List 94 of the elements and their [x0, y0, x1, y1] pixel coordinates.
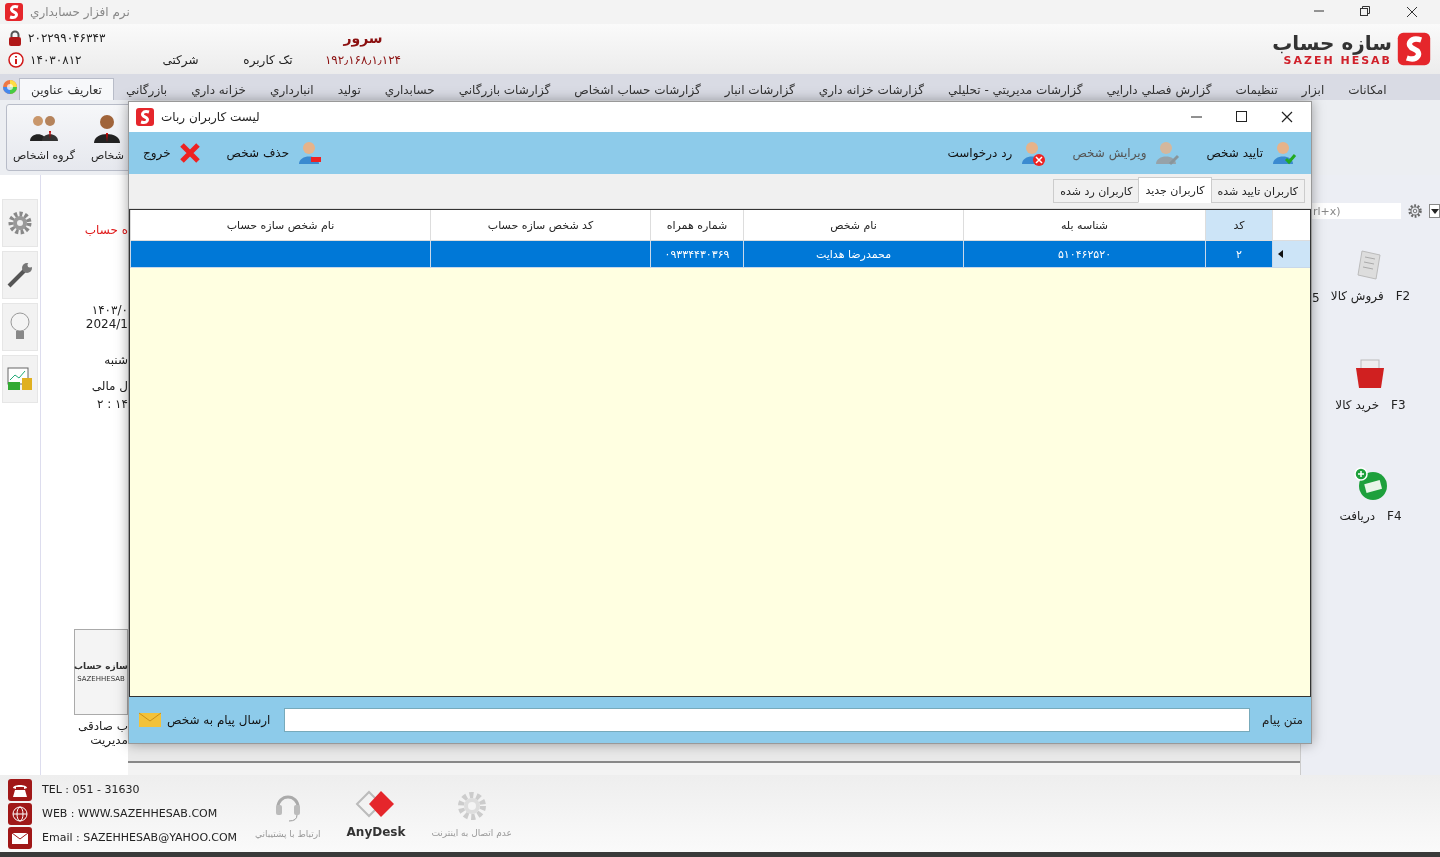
maximize-icon[interactable]	[1236, 111, 1247, 122]
envelope-icon	[139, 712, 161, 728]
phone-icon	[8, 778, 32, 801]
cash-add-icon	[1353, 467, 1388, 501]
license-type: شرکتی	[161, 53, 200, 67]
chart-coins-icon[interactable]	[6, 366, 34, 392]
dialog-title: لیست کاربران ربات	[161, 110, 260, 124]
serial-number: ۲۰۲۲۹۹۰۴۶۳۴۳	[28, 31, 106, 45]
server-label: سرور	[342, 30, 384, 46]
info-icon	[8, 52, 24, 68]
menu-tab[interactable]: گزارش فصلي دارايي	[1094, 78, 1224, 100]
sidebar-button[interactable]	[2, 303, 38, 351]
table-cell: محمدرضا هدایت	[743, 240, 964, 268]
globe-icon	[8, 802, 32, 825]
table-cell: ۰۹۳۳۴۴۳۰۳۶۹	[650, 240, 744, 268]
user-remove-icon	[297, 140, 324, 166]
menu-tab[interactable]: امکانات	[1336, 78, 1399, 100]
tab[interactable]: کاربران رد شده	[1053, 179, 1140, 203]
row-pointer-icon	[1278, 250, 1283, 258]
app-logo-icon	[135, 107, 155, 127]
menu-tab[interactable]: تنظیمات	[1223, 78, 1290, 100]
gregorian-date: 2024/1	[85, 317, 128, 331]
server-address: ۱۹۲٫۱۶۸٫۱٫۱۲۴	[323, 53, 403, 67]
toolbar-button[interactable]: تایید شخص	[1200, 138, 1303, 168]
close-icon[interactable]	[1406, 6, 1418, 18]
column-header[interactable]: کد شخص سازه حساب	[430, 210, 651, 241]
message-field[interactable]	[284, 708, 1250, 732]
menu-tab[interactable]: ابزار	[1289, 78, 1337, 100]
ribbon-button[interactable]: گروه اشخاص	[11, 105, 77, 170]
send-message-button[interactable]: ارسال پیام به شخص	[137, 710, 273, 730]
anydesk-button[interactable]: AnyDesk	[338, 788, 414, 839]
lock-icon	[8, 30, 22, 46]
user-check-icon	[1271, 140, 1297, 166]
menu-tab[interactable]: حسابداري	[372, 78, 447, 100]
user-name: ب صادقی	[77, 719, 128, 733]
color-wheel-icon[interactable]	[2, 79, 18, 95]
menu-tab[interactable]: گزارشات خزانه داري	[806, 78, 936, 100]
restore-icon[interactable]	[1360, 6, 1370, 16]
dropdown-button[interactable]	[1429, 204, 1440, 218]
version-number: ۱۴۰۳۰۸۱۲	[30, 53, 82, 67]
user-role: مدیریت	[90, 733, 128, 747]
menu-tab[interactable]: گزارشات مديريتي - تحليلي	[935, 78, 1095, 100]
close-icon[interactable]	[1281, 111, 1293, 123]
contact-text: WEB : WWW.SAZEHHESAB.COM	[42, 807, 218, 820]
toolbar-button[interactable]: رد درخواست	[941, 138, 1053, 168]
menu-tab[interactable]: توليد	[325, 78, 373, 100]
column-header[interactable]: نام شخص	[743, 210, 964, 241]
table-cell: ۵۱۰۴۶۲۵۲۰	[963, 240, 1206, 268]
envelope-icon	[8, 826, 32, 849]
fiscal-year-text: ل مالی	[91, 379, 128, 393]
message-label: متن پیام	[1261, 713, 1303, 727]
tab[interactable]: کاربران تایید شده	[1210, 179, 1305, 203]
column-header[interactable]: شناسه بله	[963, 210, 1206, 241]
menu-tab[interactable]: گزارشات انبار	[712, 78, 807, 100]
sidebar-button[interactable]	[2, 251, 38, 299]
toolbar-button[interactable]: خروج	[137, 140, 207, 166]
menu-tab[interactable]: گزارشات حساب اشخاص	[562, 78, 713, 100]
sidebar-button[interactable]	[2, 355, 38, 403]
column-header[interactable]: نام شخص سازه حساب	[130, 210, 431, 241]
logo-text: سازه حساب	[1272, 31, 1392, 54]
logo-text: سازه حساب	[74, 661, 128, 671]
ribbon-button[interactable]: شخاص	[88, 105, 126, 170]
menu-tab[interactable]: خزانه داري	[179, 78, 258, 100]
person-icon	[92, 113, 123, 143]
people-icon	[27, 113, 60, 143]
tab[interactable]: کاربران جدید	[1138, 177, 1212, 203]
table-cell: ۲	[1205, 240, 1273, 268]
logo-latin-text: SAZEH HESAB	[1283, 53, 1392, 67]
menu-tab[interactable]: بازرگاني	[113, 78, 180, 100]
window-title: نرم افزار حسابداري	[30, 5, 130, 19]
persian-date: ۱۴۰۳/۰	[91, 303, 128, 317]
column-header[interactable]: کد	[1205, 210, 1273, 241]
brand-logo-icon	[1396, 31, 1432, 67]
company-title: ه حساب	[84, 223, 128, 237]
gear-icon[interactable]	[7, 210, 33, 236]
weekday-text: شنبه	[104, 353, 128, 367]
menu-tab[interactable]: گزارشات بازرگاني	[446, 78, 563, 100]
toolbar-button[interactable]: حذف شخص	[220, 138, 330, 168]
caret-icon	[1430, 208, 1439, 214]
contact-text: Email : SAZEHHESAB@YAHOO.COM	[42, 831, 238, 844]
user-reject-icon	[1020, 140, 1047, 166]
settings-icon[interactable]	[1407, 202, 1424, 220]
wrench-icon[interactable]	[5, 260, 35, 290]
menu-tab[interactable]: انبارداري	[258, 78, 326, 100]
close-icon	[178, 142, 201, 164]
user-edit-icon	[1154, 140, 1181, 166]
time-text: ۲ : ۱۴	[97, 397, 128, 411]
column-header[interactable]: شماره همراه	[650, 210, 744, 241]
sidebar-button[interactable]	[2, 199, 38, 247]
user-mode: تک کاربره	[242, 53, 294, 67]
search-field[interactable]: rl+x)	[1311, 203, 1401, 219]
contact-text: TEL : 051 - 31630	[42, 783, 140, 796]
menu-tab[interactable]: تعاريف عناوين	[19, 78, 114, 100]
cut-off-text: 5	[1312, 291, 1320, 305]
